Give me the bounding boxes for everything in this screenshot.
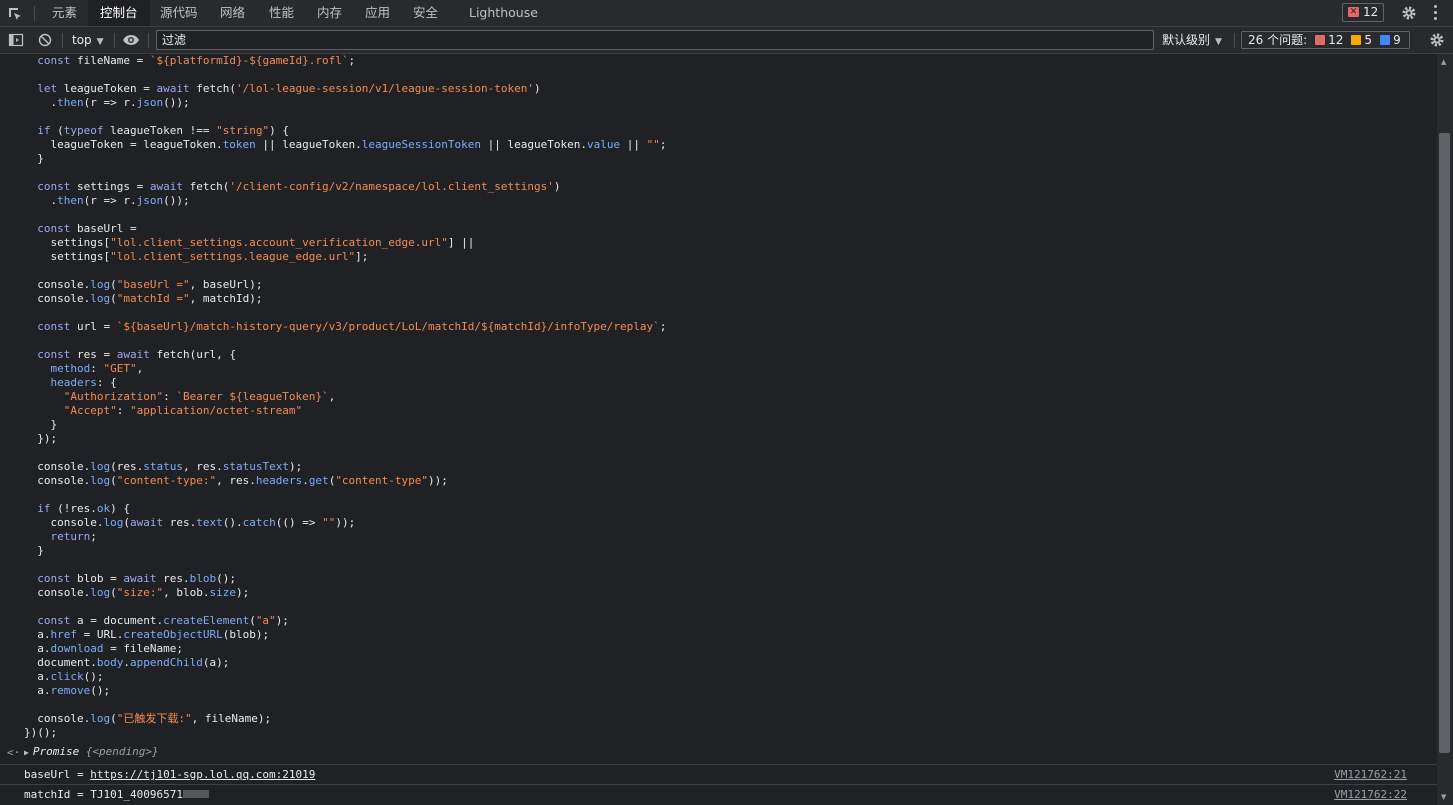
issues-counter[interactable]: 26 个问题: 12 5 9 [1241, 31, 1410, 49]
error-count-badge[interactable]: ✕ 12 [1342, 3, 1384, 22]
chevron-down-icon: ▼ [96, 37, 104, 47]
more-vertical-icon[interactable] [1434, 5, 1438, 21]
toolbar-separator [62, 33, 63, 48]
tab-lighthouse[interactable]: Lighthouse [457, 0, 550, 26]
log-source-link[interactable]: VM121762:21 [1334, 765, 1407, 785]
tab-security[interactable]: 安全 [401, 0, 450, 26]
context-selector[interactable]: top ▼ [72, 32, 104, 48]
log-levels-label: 默认级别 [1162, 33, 1211, 47]
eye-icon[interactable] [122, 32, 140, 48]
expand-triangle-icon[interactable]: ▶ [24, 748, 29, 757]
tab-sources[interactable]: 源代码 [148, 0, 210, 26]
filter-input[interactable]: 过滤 [156, 30, 1154, 50]
tab-memory[interactable]: 内存 [305, 0, 354, 26]
dock-sidebar-icon[interactable] [8, 32, 24, 48]
log-text: baseUrl = [24, 768, 91, 781]
scroll-up-icon[interactable]: ▲ [1441, 58, 1446, 66]
log-text: matchId = [24, 788, 91, 801]
tab-application[interactable]: 应用 [353, 0, 402, 26]
context-label: top [72, 33, 92, 47]
tab-console[interactable]: 控制台 [88, 0, 150, 26]
devtools-tabbar: 元素 控制台 源代码 网络 性能 内存 应用 安全 Lighthouse ✕ 1… [0, 0, 1453, 27]
log-row: matchId = TJ101_40096571 VM121762:22 [0, 784, 1437, 804]
console-settings-gear-icon[interactable] [1429, 32, 1445, 48]
log-link[interactable]: https://tj101-sgp.lol.qq.com:21019 [90, 768, 315, 781]
inspect-icon[interactable] [6, 5, 24, 23]
error-count: 12 [1363, 5, 1379, 19]
result-label: Promise [32, 745, 80, 758]
promise-result[interactable]: ▶ Promise {<pending>} [24, 745, 159, 758]
clear-console-icon[interactable] [37, 32, 53, 48]
settings-gear-icon[interactable] [1401, 5, 1417, 21]
issues-warning-count: 5 [1364, 33, 1373, 47]
tab-separator [34, 6, 35, 21]
scroll-down-icon[interactable]: ▼ [1441, 793, 1446, 801]
chevron-down-icon: ▼ [1215, 37, 1222, 47]
result-value: {<pending>} [85, 745, 159, 758]
result-arrow-icon: <· [7, 746, 21, 759]
error-icon [1315, 35, 1326, 45]
tab-performance[interactable]: 性能 [257, 0, 306, 26]
console-output: const fileName = `${platformId}-${gameId… [0, 54, 1437, 805]
tab-network[interactable]: 网络 [208, 0, 257, 26]
info-icon [1380, 35, 1391, 45]
log-levels-dropdown[interactable]: 默认级别 ▼ [1162, 32, 1222, 48]
console-toolbar: top ▼ 过滤 默认级别 ▼ 26 个问题: 12 5 9 [0, 27, 1453, 54]
toolbar-separator [1234, 33, 1235, 48]
console-code-input: const fileName = `${platformId}-${gameId… [24, 54, 667, 739]
vertical-scrollbar[interactable]: ▲ ▼ [1437, 54, 1453, 805]
log-row: baseUrl = https://tj101-sgp.lol.qq.com:2… [0, 764, 1437, 784]
issues-error-count: 12 [1328, 33, 1344, 47]
toolbar-separator [114, 33, 115, 48]
toolbar-separator [148, 33, 149, 48]
warning-icon [1351, 35, 1362, 45]
issues-label: 26 个问题: [1248, 33, 1308, 47]
log-source-link[interactable]: VM121762:22 [1334, 785, 1407, 805]
redacted-blur [182, 790, 209, 798]
log-value: TJ101_40096571 [90, 788, 183, 801]
tab-elements[interactable]: 元素 [40, 0, 89, 26]
error-icon: ✕ [1348, 7, 1359, 17]
scrollbar-thumb[interactable] [1439, 133, 1450, 753]
issues-info-count: 9 [1393, 33, 1401, 47]
